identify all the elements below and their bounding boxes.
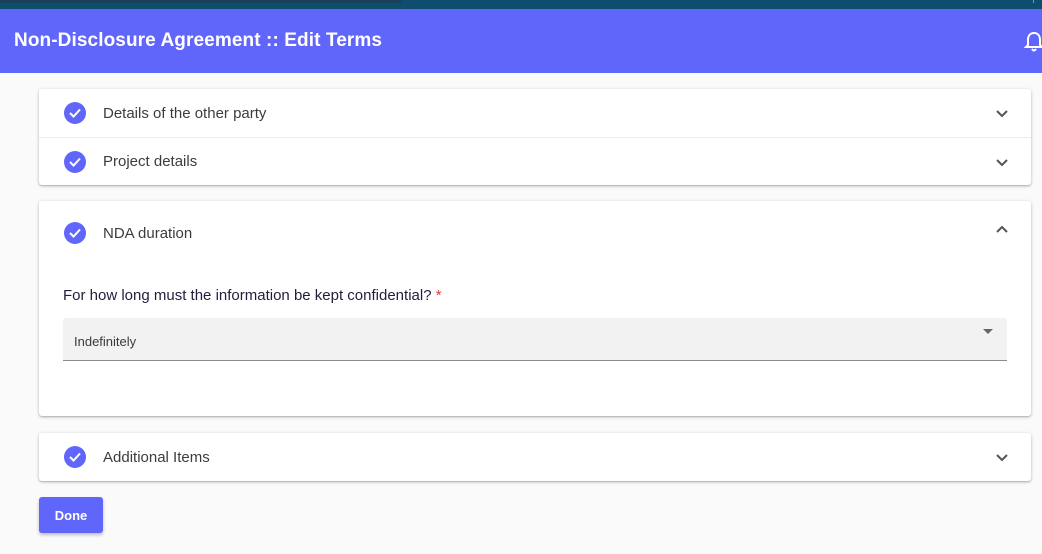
confidentiality-question: For how long must the information be kep… (63, 287, 442, 304)
caret-down-icon (983, 329, 993, 334)
done-button[interactable]: Done (39, 497, 103, 533)
additional-items-panel: Additional Items (39, 433, 1031, 481)
check-circle-icon (64, 222, 86, 244)
section-header-project-details[interactable]: Project details (39, 137, 1031, 185)
top-strip-tab (0, 0, 402, 3)
check-circle-icon (64, 446, 86, 468)
page-title: Non-Disclosure Agreement :: Edit Terms (14, 30, 383, 51)
chevron-down-icon[interactable] (995, 106, 1009, 120)
collapsed-sections-panel: Details of the other party Project detai… (39, 89, 1031, 185)
required-marker: * (435, 287, 442, 304)
section-header-additional-items[interactable]: Additional Items (39, 433, 1031, 481)
app-bar: Non-Disclosure Agreement :: Edit Terms (0, 9, 1042, 73)
bell-icon[interactable] (1023, 31, 1042, 53)
chevron-down-icon[interactable] (995, 450, 1009, 464)
browser-top-strip (0, 0, 1042, 9)
top-strip-mark (1033, 0, 1034, 3)
section-label: Project details (103, 153, 198, 170)
section-header-nda-duration[interactable]: NDA duration (39, 201, 1031, 265)
section-label: NDA duration (103, 224, 193, 242)
chevron-up-icon[interactable] (995, 223, 1009, 237)
section-header-other-party[interactable]: Details of the other party (39, 89, 1031, 137)
check-circle-icon (64, 150, 86, 173)
nda-duration-panel: NDA duration For how long must the infor… (39, 201, 1031, 416)
duration-select[interactable]: Indefinitely (63, 318, 1007, 361)
question-text: For how long must the information be kep… (63, 287, 432, 304)
section-label: Additional Items (103, 448, 210, 466)
chevron-down-icon[interactable] (995, 155, 1009, 169)
duration-select-value: Indefinitely (74, 334, 137, 349)
section-label: Details of the other party (103, 104, 267, 122)
check-circle-icon (64, 102, 86, 124)
